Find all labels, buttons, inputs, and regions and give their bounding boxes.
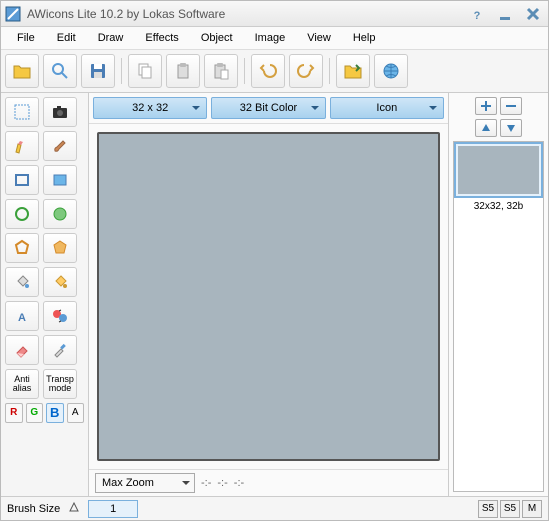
channel-r[interactable]: R	[5, 403, 23, 423]
antialias-toggle[interactable]: Anti alias	[5, 369, 39, 399]
status-toggles: S5 S5 M	[478, 500, 542, 518]
thumbnail-preview	[458, 146, 539, 194]
format-bar: 32 x 32 32 Bit Color Icon	[89, 93, 448, 124]
close-button[interactable]	[522, 4, 544, 24]
menu-bar: File Edit Draw Effects Object Image View…	[1, 27, 548, 50]
color-swap-tool[interactable]	[43, 301, 77, 331]
image-list: 32x32, 32b	[453, 141, 544, 492]
menu-help[interactable]: Help	[343, 29, 386, 47]
select-tool[interactable]	[5, 97, 39, 127]
coord-1: -:-	[201, 477, 211, 489]
clipboard-button[interactable]	[204, 54, 238, 88]
brush-icon	[68, 501, 80, 516]
transparent-toggle[interactable]: Transp mode	[43, 369, 77, 399]
copy-button[interactable]	[128, 54, 162, 88]
text-tool[interactable]: A	[5, 301, 39, 331]
paste-button[interactable]	[166, 54, 200, 88]
coord-3: -:-	[234, 477, 244, 489]
camera-tool[interactable]	[43, 97, 77, 127]
svg-text:A: A	[18, 312, 26, 324]
gradient-tool[interactable]	[43, 267, 77, 297]
main-toolbar	[1, 50, 548, 93]
zoom-dropdown[interactable]: Max Zoom	[95, 473, 195, 493]
eraser-tool[interactable]	[5, 335, 39, 365]
polygon-outline-tool[interactable]	[5, 233, 39, 263]
minimize-button[interactable]	[494, 4, 516, 24]
canvas-area: 32 x 32 32 Bit Color Icon Max Zoom -:- -…	[89, 93, 448, 496]
move-up-button[interactable]	[475, 119, 497, 137]
move-down-button[interactable]	[500, 119, 522, 137]
brush-size-value[interactable]: 1	[88, 500, 138, 518]
add-image-button[interactable]	[475, 97, 497, 115]
title-text: AWicons Lite 10.2 by Lokas Software	[27, 7, 225, 21]
channel-g[interactable]: G	[26, 403, 44, 423]
menu-edit[interactable]: Edit	[47, 29, 86, 47]
canvas-wrapper	[89, 124, 448, 469]
save-button[interactable]	[81, 54, 115, 88]
library-button[interactable]	[336, 54, 370, 88]
channel-b[interactable]: B	[46, 403, 64, 423]
menu-effects[interactable]: Effects	[135, 29, 188, 47]
fill-tool[interactable]	[5, 267, 39, 297]
menu-draw[interactable]: Draw	[88, 29, 134, 47]
search-button[interactable]	[43, 54, 77, 88]
eyedropper-tool[interactable]	[43, 335, 77, 365]
pencil-tool[interactable]	[5, 131, 39, 161]
status-bar: Brush Size 1 S5 S5 M	[1, 496, 548, 520]
zoom-bar: Max Zoom -:- -:- -:-	[89, 469, 448, 496]
status-btn-1[interactable]: S5	[478, 500, 498, 518]
rect-outline-tool[interactable]	[5, 165, 39, 195]
tool-panel: A Anti alias Transp mode R G B A	[1, 93, 89, 496]
undo-button[interactable]	[251, 54, 285, 88]
content-area: A Anti alias Transp mode R G B A 32 x 32…	[1, 93, 548, 496]
image-thumbnail[interactable]	[454, 142, 543, 198]
color-depth-dropdown[interactable]: 32 Bit Color	[211, 97, 325, 119]
menu-file[interactable]: File	[7, 29, 45, 47]
channel-row: R G B A	[5, 403, 84, 423]
thumbnail-label: 32x32, 32b	[454, 198, 543, 215]
type-dropdown[interactable]: Icon	[330, 97, 444, 119]
web-button[interactable]	[374, 54, 408, 88]
canvas[interactable]	[97, 132, 440, 461]
help-button[interactable]: ?	[466, 4, 488, 24]
brush-size-label: Brush Size	[7, 503, 60, 515]
polygon-fill-tool[interactable]	[43, 233, 77, 263]
app-window: AWicons Lite 10.2 by Lokas Software ? Fi…	[0, 0, 549, 521]
coord-2: -:-	[217, 477, 227, 489]
svg-text:?: ?	[474, 10, 481, 22]
brush-tool[interactable]	[43, 131, 77, 161]
open-button[interactable]	[5, 54, 39, 88]
menu-object[interactable]: Object	[191, 29, 243, 47]
size-dropdown[interactable]: 32 x 32	[93, 97, 207, 119]
status-btn-3[interactable]: M	[522, 500, 542, 518]
status-btn-2[interactable]: S5	[500, 500, 520, 518]
remove-image-button[interactable]	[500, 97, 522, 115]
app-icon	[5, 6, 21, 22]
menu-view[interactable]: View	[297, 29, 341, 47]
menu-image[interactable]: Image	[245, 29, 296, 47]
image-list-panel: 32x32, 32b	[448, 93, 548, 496]
title-bar: AWicons Lite 10.2 by Lokas Software ?	[1, 1, 548, 27]
circle-fill-tool[interactable]	[43, 199, 77, 229]
redo-button[interactable]	[289, 54, 323, 88]
channel-a[interactable]: A	[67, 403, 85, 423]
circle-outline-tool[interactable]	[5, 199, 39, 229]
rect-fill-tool[interactable]	[43, 165, 77, 195]
